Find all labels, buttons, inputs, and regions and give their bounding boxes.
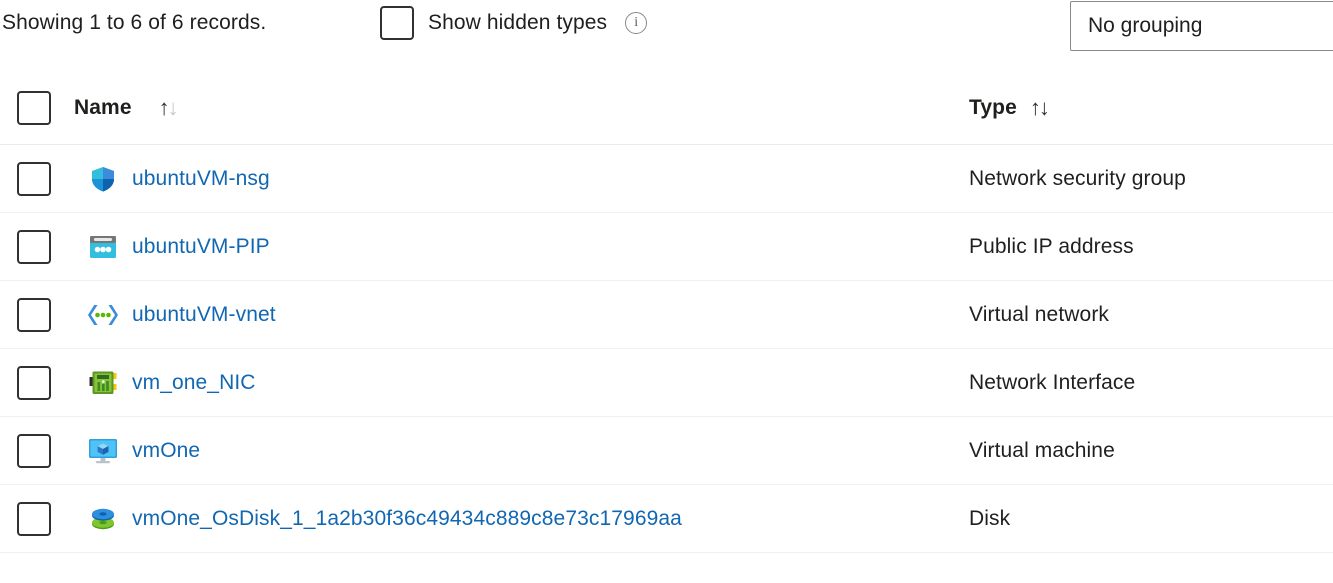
row-select-cell[interactable]: [0, 501, 72, 536]
row-checkbox[interactable]: [17, 365, 51, 400]
row-checkbox[interactable]: [17, 161, 51, 196]
row-type-cell: Public IP address: [956, 235, 1333, 259]
row-select-cell[interactable]: [0, 433, 72, 468]
info-icon[interactable]: i: [625, 12, 648, 34]
row-name-cell: ubuntuVM-nsg: [72, 164, 956, 194]
row-checkbox[interactable]: [17, 501, 51, 536]
resource-link[interactable]: ubuntuVM-nsg: [132, 167, 270, 191]
table-row[interactable]: vmOne_OsDisk_1_1a2b30f36c49434c889c8e73c…: [0, 485, 1333, 553]
resource-type-label: Disk: [969, 506, 1011, 530]
resource-type-label: Virtual network: [969, 302, 1110, 326]
row-select-cell[interactable]: [0, 365, 72, 400]
resource-link[interactable]: ubuntuVM-vnet: [132, 303, 276, 327]
virtual-network-icon: [88, 300, 118, 330]
sort-descending-arrow-icon: ↓: [167, 95, 179, 120]
row-select-cell[interactable]: [0, 229, 72, 264]
column-header-name[interactable]: Name ↑ ↓: [72, 96, 956, 120]
row-checkbox[interactable]: [17, 229, 51, 264]
column-header-type[interactable]: Type ↑ ↓: [956, 96, 1333, 120]
resource-list-page: Showing 1 to 6 of 6 records. Show hidden…: [0, 0, 1333, 583]
table-row[interactable]: ubuntuVM-nsg Network security group: [0, 145, 1333, 213]
resource-type-label: Network security group: [969, 166, 1186, 190]
row-name-cell: vm_one_NIC: [72, 368, 956, 398]
grouping-dropdown[interactable]: No grouping: [1070, 1, 1333, 51]
public-ip-address-icon: [88, 232, 118, 262]
row-name-cell: ubuntuVM-vnet: [72, 300, 956, 330]
table-header-row: Name ↑ ↓ Type ↑ ↓: [0, 72, 1333, 145]
resource-link[interactable]: vmOne: [132, 439, 200, 463]
network-security-group-icon: [88, 164, 118, 194]
show-hidden-types-group[interactable]: Show hidden types i: [380, 6, 648, 40]
select-all-checkbox[interactable]: [17, 91, 51, 125]
list-toolbar: Showing 1 to 6 of 6 records. Show hidden…: [0, 0, 1333, 52]
virtual-machine-icon: [88, 436, 118, 466]
grouping-dropdown-value: No grouping: [1088, 14, 1203, 37]
row-type-cell: Disk: [956, 507, 1333, 531]
network-interface-icon: [88, 368, 118, 398]
resource-link[interactable]: vm_one_NIC: [132, 371, 256, 395]
records-count-label: Showing 1 to 6 of 6 records.: [2, 11, 267, 34]
row-name-cell: ubuntuVM-PIP: [72, 232, 956, 262]
table-row[interactable]: vmOne Virtual machine: [0, 417, 1333, 485]
disk-icon: [88, 504, 118, 534]
row-name-cell: vmOne_OsDisk_1_1a2b30f36c49434c889c8e73c…: [72, 504, 956, 534]
select-all-cell[interactable]: [0, 91, 72, 125]
resource-link[interactable]: vmOne_OsDisk_1_1a2b30f36c49434c889c8e73c…: [132, 507, 682, 531]
resource-link[interactable]: ubuntuVM-PIP: [132, 235, 270, 259]
resource-type-label: Virtual machine: [969, 438, 1115, 462]
row-select-cell[interactable]: [0, 297, 72, 332]
column-header-type-label: Type: [969, 96, 1017, 119]
row-type-cell: Network Interface: [956, 371, 1333, 395]
resource-type-label: Public IP address: [969, 234, 1134, 258]
row-type-cell: Virtual machine: [956, 439, 1333, 463]
resources-table: Name ↑ ↓ Type ↑ ↓ ubuntuVM-nsg Network s…: [0, 72, 1333, 553]
sort-descending-arrow-icon: ↓: [1038, 95, 1050, 120]
column-header-name-label: Name: [74, 96, 132, 119]
row-type-cell: Virtual network: [956, 303, 1333, 327]
sort-type-icon[interactable]: ↑ ↓: [1030, 97, 1050, 119]
table-row[interactable]: vm_one_NIC Network Interface: [0, 349, 1333, 417]
sort-name-icon[interactable]: ↑ ↓: [159, 97, 179, 119]
row-checkbox[interactable]: [17, 433, 51, 468]
resource-type-label: Network Interface: [969, 370, 1136, 394]
row-checkbox[interactable]: [17, 297, 51, 332]
table-row[interactable]: ubuntuVM-PIP Public IP address: [0, 213, 1333, 281]
table-row[interactable]: ubuntuVM-vnet Virtual network: [0, 281, 1333, 349]
row-type-cell: Network security group: [956, 167, 1333, 191]
row-select-cell[interactable]: [0, 161, 72, 196]
show-hidden-types-label: Show hidden types: [428, 11, 608, 34]
row-name-cell: vmOne: [72, 436, 956, 466]
show-hidden-types-checkbox[interactable]: [380, 6, 414, 40]
